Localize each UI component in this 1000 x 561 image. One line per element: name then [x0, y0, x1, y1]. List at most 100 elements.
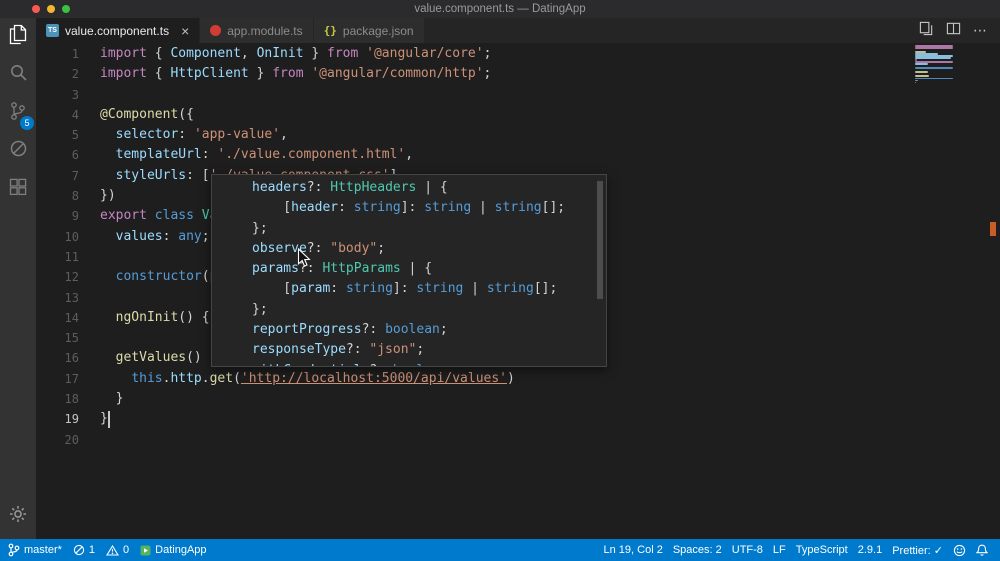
line-number: 16	[64, 351, 79, 366]
code-token: [	[252, 281, 292, 297]
code-token: ;	[201, 228, 210, 244]
tab-value.component.ts[interactable]: TS value.component.ts ×	[36, 18, 201, 43]
code-token: from	[272, 66, 304, 82]
debug-icon	[9, 139, 28, 163]
tab-package.json[interactable]: {} package.json	[313, 18, 425, 43]
code-line[interactable]: 17 this.http.get('http://localhost:5000/…	[36, 369, 1000, 389]
code-token: string	[486, 281, 534, 297]
activity-item-search[interactable]	[0, 56, 36, 94]
language-status[interactable]: TypeScript	[796, 544, 848, 556]
code-token: params	[252, 261, 299, 277]
minimize-window-button[interactable]	[47, 5, 55, 13]
zoom-window-button[interactable]	[62, 5, 70, 13]
code-line[interactable]: 2 import { HttpClient } from '@angular/co…	[36, 64, 1000, 84]
close-window-button[interactable]	[32, 5, 40, 13]
feedback[interactable]	[953, 544, 966, 557]
line-number: 10	[64, 229, 79, 244]
minimap-line	[915, 75, 930, 78]
eol-status[interactable]: LF	[773, 544, 786, 556]
code-token: '@angular/common/http'	[311, 66, 484, 82]
code-line[interactable]: 18 }	[36, 389, 1000, 409]
git-branch-status[interactable]: master*	[8, 543, 62, 557]
status-label: TypeScript	[795, 544, 848, 556]
code-text: @Component({	[100, 105, 194, 125]
code-token: ?:	[361, 322, 386, 338]
code-line[interactable]: 1 import { Component, OnInit } from '@ang…	[36, 44, 1000, 64]
vscode-window: value.component.ts — DatingApp 5 TS value…	[0, 0, 1000, 561]
notifications[interactable]	[976, 544, 988, 557]
code-token: |	[463, 281, 487, 297]
encoding-status[interactable]: UTF-8	[732, 544, 763, 556]
popup-line: };	[252, 219, 596, 239]
code-line[interactable]: 3	[36, 85, 1000, 105]
code-token: {	[146, 66, 171, 82]
line-number: 3	[71, 87, 79, 102]
badge: 5	[20, 116, 34, 130]
editor-region: TS value.component.ts × app.module.ts {} pack…	[36, 18, 1000, 539]
line-number: 6	[71, 148, 79, 163]
code-line[interactable]: 20	[36, 430, 1000, 450]
tab-bar: TS value.component.ts × app.module.ts {} pack…	[36, 18, 1000, 43]
code-token: 'http://localhost:5000/api/values'	[240, 370, 508, 386]
code-token: http	[170, 370, 202, 386]
code-token: get	[209, 370, 234, 386]
line-number: 1	[71, 47, 79, 61]
status-bar-left: master* 1 0 DatingApp	[0, 543, 207, 557]
line-number: 15	[64, 331, 79, 346]
intellisense-hover-popup[interactable]: headers?: HttpHeaders | { [header: strin…	[211, 174, 607, 367]
code-token: ?:	[306, 180, 331, 195]
code-token: :	[201, 147, 218, 163]
prettier-status[interactable]: Prettier: ✓	[892, 544, 943, 557]
ts-file-icon: TS	[46, 24, 59, 37]
code-token: this	[131, 370, 163, 386]
activity-item-settings[interactable]	[0, 497, 36, 535]
status-label: Spaces: 2	[672, 544, 722, 556]
editor[interactable]: 1 import { Component, OnInit } from '@ang…	[36, 43, 1000, 539]
cursor-position-status[interactable]: Ln 19, Col 2	[604, 544, 663, 556]
code-line[interactable]: 6 templateUrl: './value.component.html',	[36, 145, 1000, 165]
code-token: ;	[416, 342, 425, 358]
window-title: value.component.ts — DatingApp	[414, 3, 586, 15]
code-token: (	[201, 269, 210, 285]
code-token: ]:	[392, 281, 417, 297]
indentation-status[interactable]: Spaces: 2	[673, 544, 722, 556]
code-token: OnInit	[256, 46, 304, 61]
status-label: master*	[24, 544, 62, 556]
app-status[interactable]: DatingApp	[140, 544, 207, 556]
code-token: ;	[483, 66, 492, 82]
code-token: any	[178, 228, 202, 244]
code-token: getValues	[115, 350, 187, 366]
close-tab-icon[interactable]: ×	[181, 24, 189, 38]
problems-warnings[interactable]: 0	[106, 544, 129, 556]
line-number: 12	[64, 270, 79, 285]
ts-version-status[interactable]: 2.9.1	[858, 544, 882, 556]
code-line[interactable]: 4 @Component({	[36, 105, 1000, 125]
tabs: TS value.component.ts × app.module.ts {} pack…	[36, 18, 425, 43]
line-number: 4	[71, 107, 79, 122]
minimap[interactable]	[915, 45, 955, 86]
split-editor-icon[interactable]	[946, 21, 961, 41]
code-line[interactable]: 5 selector: 'app-value',	[36, 125, 1000, 145]
tab-app.module.ts[interactable]: app.module.ts	[200, 18, 314, 43]
code-token: |	[471, 200, 495, 216]
explorer-icon	[9, 24, 28, 50]
code-text: ngOnInit() {	[100, 308, 210, 328]
activity-item-extensions[interactable]	[0, 170, 36, 208]
line-number: 18	[64, 392, 79, 407]
popup-line: [param: string]: string | string[];	[252, 279, 596, 299]
problems-errors[interactable]: 1	[73, 544, 95, 556]
more-actions-icon[interactable]: ⋯	[973, 22, 988, 39]
code-token: selector	[115, 127, 179, 143]
activity-item-debug[interactable]	[0, 132, 36, 170]
activity-item-explorer[interactable]	[0, 18, 36, 56]
open-changes-icon[interactable]	[919, 21, 934, 41]
code-line[interactable]: 19}	[36, 409, 1000, 429]
ng-file-icon	[210, 25, 222, 36]
line-number: 20	[64, 432, 79, 447]
popup-scrollbar[interactable]	[597, 181, 603, 299]
activity-item-source-control[interactable]: 5	[0, 94, 36, 132]
search-icon	[9, 63, 28, 87]
